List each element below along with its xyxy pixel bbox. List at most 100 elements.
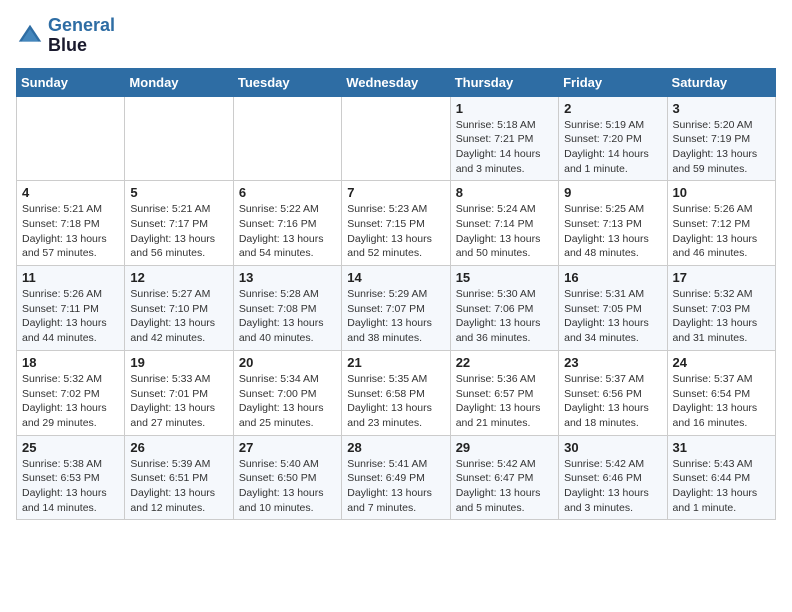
day-number: 15 bbox=[456, 270, 553, 285]
day-number: 28 bbox=[347, 440, 444, 455]
day-cell: 10 Sunrise: 5:26 AM Sunset: 7:12 PM Dayli… bbox=[667, 181, 775, 266]
day-cell bbox=[125, 96, 233, 181]
day-info: Sunrise: 5:42 AM Sunset: 6:47 PM Dayligh… bbox=[456, 457, 553, 516]
day-info: Sunrise: 5:24 AM Sunset: 7:14 PM Dayligh… bbox=[456, 202, 553, 261]
day-cell: 28 Sunrise: 5:41 AM Sunset: 6:49 PM Dayli… bbox=[342, 435, 450, 520]
day-number: 27 bbox=[239, 440, 336, 455]
day-info: Sunrise: 5:21 AM Sunset: 7:17 PM Dayligh… bbox=[130, 202, 227, 261]
logo: General Blue bbox=[16, 16, 115, 56]
day-info: Sunrise: 5:22 AM Sunset: 7:16 PM Dayligh… bbox=[239, 202, 336, 261]
day-number: 23 bbox=[564, 355, 661, 370]
day-cell: 12Sunrise: 5:27 AM Sunset: 7:10 PM Dayli… bbox=[125, 266, 233, 351]
col-header-wednesday: Wednesday bbox=[342, 68, 450, 96]
day-number: 9 bbox=[564, 185, 661, 200]
day-info: Sunrise: 5:31 AM Sunset: 7:05 PM Dayligh… bbox=[564, 287, 661, 346]
day-cell: 18 Sunrise: 5:32 AM Sunset: 7:02 PM Dayli… bbox=[17, 350, 125, 435]
day-cell: 30 Sunrise: 5:42 AM Sunset: 6:46 PM Dayli… bbox=[559, 435, 667, 520]
day-cell bbox=[17, 96, 125, 181]
day-info: Sunrise: 5:34 AM Sunset: 7:00 PM Dayligh… bbox=[239, 372, 336, 431]
day-number: 31 bbox=[673, 440, 770, 455]
day-info: Sunrise: 5:37 AM Sunset: 6:54 PM Dayligh… bbox=[673, 372, 770, 431]
col-header-sunday: Sunday bbox=[17, 68, 125, 96]
calendar-table: SundayMondayTuesdayWednesdayThursdayFrid… bbox=[16, 68, 776, 521]
day-number: 20 bbox=[239, 355, 336, 370]
col-header-tuesday: Tuesday bbox=[233, 68, 341, 96]
day-number: 10 bbox=[673, 185, 770, 200]
day-number: 13 bbox=[239, 270, 336, 285]
day-cell: 31 Sunrise: 5:43 AM Sunset: 6:44 PM Dayli… bbox=[667, 435, 775, 520]
day-number: 11 bbox=[22, 270, 119, 285]
day-cell: 19 Sunrise: 5:33 AM Sunset: 7:01 PM Dayli… bbox=[125, 350, 233, 435]
day-cell: 17 Sunrise: 5:32 AM Sunset: 7:03 PM Dayli… bbox=[667, 266, 775, 351]
day-number: 8 bbox=[456, 185, 553, 200]
day-cell: 24Sunrise: 5:37 AM Sunset: 6:54 PM Dayli… bbox=[667, 350, 775, 435]
logo-icon bbox=[16, 22, 44, 50]
day-info: Sunrise: 5:36 AM Sunset: 6:57 PM Dayligh… bbox=[456, 372, 553, 431]
day-number: 29 bbox=[456, 440, 553, 455]
day-number: 22 bbox=[456, 355, 553, 370]
day-cell: 20 Sunrise: 5:34 AM Sunset: 7:00 PM Dayli… bbox=[233, 350, 341, 435]
day-info: Sunrise: 5:18 AM Sunset: 7:21 PM Dayligh… bbox=[456, 118, 553, 177]
day-cell: 1Sunrise: 5:18 AM Sunset: 7:21 PM Daylig… bbox=[450, 96, 558, 181]
day-info: Sunrise: 5:26 AM Sunset: 7:11 PM Dayligh… bbox=[22, 287, 119, 346]
week-row-5: 25Sunrise: 5:38 AM Sunset: 6:53 PM Dayli… bbox=[17, 435, 776, 520]
day-number: 6 bbox=[239, 185, 336, 200]
day-cell bbox=[233, 96, 341, 181]
day-number: 4 bbox=[22, 185, 119, 200]
day-number: 3 bbox=[673, 101, 770, 116]
day-number: 25 bbox=[22, 440, 119, 455]
logo-text: General Blue bbox=[48, 16, 115, 56]
day-number: 2 bbox=[564, 101, 661, 116]
day-cell: 4Sunrise: 5:21 AM Sunset: 7:18 PM Daylig… bbox=[17, 181, 125, 266]
day-info: Sunrise: 5:20 AM Sunset: 7:19 PM Dayligh… bbox=[673, 118, 770, 177]
day-number: 5 bbox=[130, 185, 227, 200]
day-info: Sunrise: 5:23 AM Sunset: 7:15 PM Dayligh… bbox=[347, 202, 444, 261]
col-header-friday: Friday bbox=[559, 68, 667, 96]
day-number: 19 bbox=[130, 355, 227, 370]
col-header-monday: Monday bbox=[125, 68, 233, 96]
day-info: Sunrise: 5:41 AM Sunset: 6:49 PM Dayligh… bbox=[347, 457, 444, 516]
day-info: Sunrise: 5:19 AM Sunset: 7:20 PM Dayligh… bbox=[564, 118, 661, 177]
day-cell: 15 Sunrise: 5:30 AM Sunset: 7:06 PM Dayli… bbox=[450, 266, 558, 351]
day-info: Sunrise: 5:25 AM Sunset: 7:13 PM Dayligh… bbox=[564, 202, 661, 261]
day-info: Sunrise: 5:32 AM Sunset: 7:02 PM Dayligh… bbox=[22, 372, 119, 431]
day-cell: 29 Sunrise: 5:42 AM Sunset: 6:47 PM Dayli… bbox=[450, 435, 558, 520]
day-cell: 5 Sunrise: 5:21 AM Sunset: 7:17 PM Daylig… bbox=[125, 181, 233, 266]
day-cell: 14Sunrise: 5:29 AM Sunset: 7:07 PM Dayli… bbox=[342, 266, 450, 351]
day-cell: 27 Sunrise: 5:40 AM Sunset: 6:50 PM Dayli… bbox=[233, 435, 341, 520]
col-header-thursday: Thursday bbox=[450, 68, 558, 96]
day-cell: 13 Sunrise: 5:28 AM Sunset: 7:08 PM Dayli… bbox=[233, 266, 341, 351]
week-row-3: 11 Sunrise: 5:26 AM Sunset: 7:11 PM Dayli… bbox=[17, 266, 776, 351]
day-cell: 2 Sunrise: 5:19 AM Sunset: 7:20 PM Daylig… bbox=[559, 96, 667, 181]
week-row-4: 18 Sunrise: 5:32 AM Sunset: 7:02 PM Dayli… bbox=[17, 350, 776, 435]
day-cell: 6 Sunrise: 5:22 AM Sunset: 7:16 PM Daylig… bbox=[233, 181, 341, 266]
col-header-saturday: Saturday bbox=[667, 68, 775, 96]
day-info: Sunrise: 5:40 AM Sunset: 6:50 PM Dayligh… bbox=[239, 457, 336, 516]
day-cell: 23 Sunrise: 5:37 AM Sunset: 6:56 PM Dayli… bbox=[559, 350, 667, 435]
page-header: General Blue bbox=[16, 16, 776, 56]
day-info: Sunrise: 5:39 AM Sunset: 6:51 PM Dayligh… bbox=[130, 457, 227, 516]
day-info: Sunrise: 5:33 AM Sunset: 7:01 PM Dayligh… bbox=[130, 372, 227, 431]
day-cell: 16 Sunrise: 5:31 AM Sunset: 7:05 PM Dayli… bbox=[559, 266, 667, 351]
day-number: 12 bbox=[130, 270, 227, 285]
day-info: Sunrise: 5:32 AM Sunset: 7:03 PM Dayligh… bbox=[673, 287, 770, 346]
day-cell bbox=[342, 96, 450, 181]
day-number: 7 bbox=[347, 185, 444, 200]
week-row-1: 1Sunrise: 5:18 AM Sunset: 7:21 PM Daylig… bbox=[17, 96, 776, 181]
day-cell: 22 Sunrise: 5:36 AM Sunset: 6:57 PM Dayli… bbox=[450, 350, 558, 435]
day-number: 17 bbox=[673, 270, 770, 285]
day-cell: 25Sunrise: 5:38 AM Sunset: 6:53 PM Dayli… bbox=[17, 435, 125, 520]
week-row-2: 4Sunrise: 5:21 AM Sunset: 7:18 PM Daylig… bbox=[17, 181, 776, 266]
day-info: Sunrise: 5:30 AM Sunset: 7:06 PM Dayligh… bbox=[456, 287, 553, 346]
day-info: Sunrise: 5:37 AM Sunset: 6:56 PM Dayligh… bbox=[564, 372, 661, 431]
day-info: Sunrise: 5:43 AM Sunset: 6:44 PM Dayligh… bbox=[673, 457, 770, 516]
day-number: 16 bbox=[564, 270, 661, 285]
day-info: Sunrise: 5:26 AM Sunset: 7:12 PM Dayligh… bbox=[673, 202, 770, 261]
day-cell: 7 Sunrise: 5:23 AM Sunset: 7:15 PM Daylig… bbox=[342, 181, 450, 266]
day-number: 30 bbox=[564, 440, 661, 455]
day-number: 26 bbox=[130, 440, 227, 455]
day-number: 18 bbox=[22, 355, 119, 370]
day-info: Sunrise: 5:28 AM Sunset: 7:08 PM Dayligh… bbox=[239, 287, 336, 346]
day-info: Sunrise: 5:42 AM Sunset: 6:46 PM Dayligh… bbox=[564, 457, 661, 516]
day-cell: 11 Sunrise: 5:26 AM Sunset: 7:11 PM Dayli… bbox=[17, 266, 125, 351]
